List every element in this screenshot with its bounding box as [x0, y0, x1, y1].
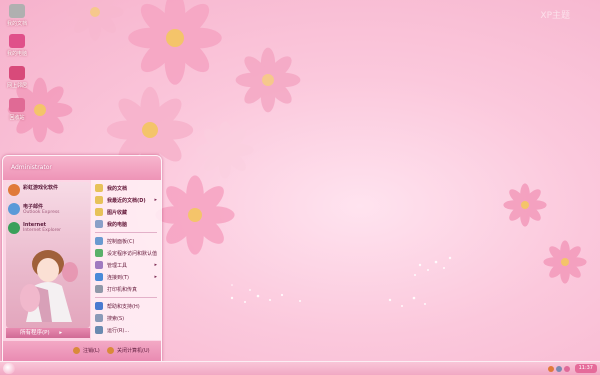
menu-item-search[interactable]: 搜索(S)	[91, 312, 161, 324]
menu-item-my-documents[interactable]: 我的文档	[91, 182, 161, 194]
printer-icon	[95, 285, 103, 293]
menu-item-label: 打印机和传真	[107, 286, 138, 293]
arrow-right-icon: ▸	[154, 262, 157, 268]
pinned-item-internet[interactable]: Internet Internet Explorer	[8, 222, 88, 241]
menu-item-my-computer[interactable]: 我的电脑	[91, 218, 161, 230]
menu-item-label: 帮助和支持(H)	[107, 303, 140, 310]
desktop-icon-computer[interactable]: 我的电脑	[2, 34, 32, 57]
computer-icon	[9, 34, 25, 48]
menu-item-label: 图片收藏	[107, 209, 128, 216]
start-menu-user: Administrator	[3, 156, 161, 180]
menu-item-label: 我最近的文档(D)	[107, 197, 146, 204]
start-menu: Administrator 彩虹游戏化软件 电子邮件 Outlook Expre…	[2, 155, 162, 362]
tray-network-icon[interactable]	[563, 365, 570, 372]
tray-volume-icon[interactable]	[555, 365, 562, 372]
pinned-item-title: 电子邮件	[23, 204, 44, 210]
menu-separator	[95, 232, 157, 233]
search-icon	[95, 314, 103, 322]
menu-separator	[95, 297, 157, 298]
desktop-icon-label: 回收站	[9, 115, 25, 121]
recent-icon	[95, 196, 103, 204]
start-menu-footer: 注销(L) 关闭计算机(U)	[3, 341, 161, 361]
arrow-right-icon: ▸	[59, 330, 63, 336]
desktop-watermark: XP主题	[540, 11, 570, 21]
control-panel-icon	[95, 237, 103, 245]
documents-icon	[95, 184, 103, 192]
power-icon	[107, 347, 114, 354]
documents-icon	[9, 4, 25, 18]
pinned-item-software[interactable]: 彩虹游戏化软件	[8, 184, 88, 203]
pinned-programs: 彩虹游戏化软件 电子邮件 Outlook Express Internet In…	[8, 184, 88, 241]
menu-item-label: 控制面板(C)	[107, 238, 135, 245]
menu-item-label: 搜索(S)	[107, 315, 125, 322]
menu-item-admin-tools[interactable]: 管理工具 ▸	[91, 259, 161, 271]
email-icon	[8, 203, 20, 215]
shutdown-button[interactable]: 关闭计算机(U)	[107, 347, 150, 354]
menu-item-program-access[interactable]: 设定程序访问和默认值	[91, 247, 161, 259]
menu-item-label: 运行(R)...	[107, 327, 130, 334]
menu-item-label: 连接到(T)	[107, 274, 129, 281]
desktop-icon-network[interactable]: 网上邻居	[2, 66, 32, 89]
taskbar: 11:37	[0, 361, 600, 375]
menu-item-label: 我的文档	[107, 185, 128, 192]
internet-icon	[8, 222, 20, 234]
menu-item-recent-documents[interactable]: 我最近的文档(D) ▸	[91, 194, 161, 206]
desktop-icon-label: 网上邻居	[6, 83, 27, 89]
pictures-icon	[95, 208, 103, 216]
network-icon	[9, 66, 25, 80]
logoff-icon	[73, 347, 80, 354]
desktop-icon-label: 我的文档	[6, 21, 27, 27]
pinned-item-title: 彩虹游戏化软件	[23, 185, 59, 191]
all-programs-button[interactable]: 所有程序(P) ▸	[6, 328, 90, 338]
logoff-button[interactable]: 注销(L)	[73, 347, 100, 354]
menu-item-pictures[interactable]: 图片收藏	[91, 206, 161, 218]
program-access-icon	[95, 249, 103, 257]
computer-icon	[95, 220, 103, 228]
menu-item-control-panel[interactable]: 控制面板(C)	[91, 235, 161, 247]
start-menu-left-pane: 彩虹游戏化软件 电子邮件 Outlook Express Internet In…	[6, 182, 90, 328]
desktop-icon-recycle-bin[interactable]: 回收站	[2, 98, 32, 121]
menu-item-run[interactable]: 运行(R)...	[91, 324, 161, 336]
pinned-item-subtitle: Outlook Express	[23, 210, 60, 215]
run-icon	[95, 326, 103, 334]
anime-illustration	[20, 250, 78, 322]
menu-item-label: 设定程序访问和默认值	[107, 250, 158, 257]
tray-app-icon[interactable]	[547, 365, 554, 372]
menu-item-label: 管理工具	[107, 262, 128, 269]
software-icon	[8, 184, 20, 196]
connect-icon	[95, 273, 103, 281]
arrow-right-icon: ▸	[154, 274, 157, 280]
all-programs-label: 所有程序(P)	[20, 330, 50, 336]
menu-item-help[interactable]: 帮助和支持(H)	[91, 300, 161, 312]
logoff-label: 注销(L)	[83, 348, 100, 354]
start-button[interactable]	[3, 363, 15, 374]
pinned-item-email[interactable]: 电子邮件 Outlook Express	[8, 203, 88, 222]
recycle-bin-icon	[9, 98, 25, 112]
shutdown-label: 关闭计算机(U)	[117, 348, 150, 354]
pinned-item-subtitle: Internet Explorer	[23, 228, 62, 233]
menu-item-label: 我的电脑	[107, 221, 128, 228]
desktop-icon-label: 我的电脑	[6, 51, 27, 57]
clock[interactable]: 11:37	[574, 364, 597, 373]
menu-item-connect-to[interactable]: 连接到(T) ▸	[91, 271, 161, 283]
menu-item-printers[interactable]: 打印机和传真	[91, 283, 161, 295]
arrow-right-icon: ▸	[154, 197, 157, 203]
system-tray: 11:37	[547, 363, 597, 374]
desktop-icon-documents[interactable]: 我的文档	[2, 4, 32, 27]
help-icon	[95, 302, 103, 310]
start-menu-right-pane: 我的文档 我最近的文档(D) ▸ 图片收藏 我的电脑 控制面板(C) 设定程序访问…	[91, 180, 161, 340]
admin-tools-icon	[95, 261, 103, 269]
